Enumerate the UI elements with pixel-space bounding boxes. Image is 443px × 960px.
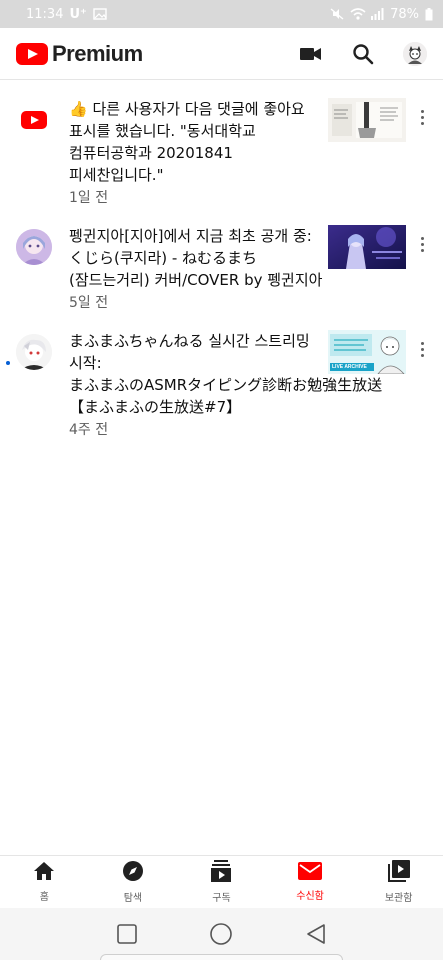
- search-icon[interactable]: [351, 42, 375, 66]
- more-options-icon[interactable]: [412, 98, 432, 207]
- gesture-bar: [100, 954, 343, 960]
- notification-item[interactable]: 👍 다른 사용자가 다음 댓글에 좋아요 표시를 했습니다. "동서대학교 컴퓨…: [0, 92, 443, 219]
- inbox-icon: [298, 861, 323, 884]
- notification-text: まふまふちゃんねる 실시간 스트리밍 시작: まふまふのASMRタイピング診断お…: [69, 332, 383, 416]
- battery-icon: [425, 8, 433, 21]
- mute-icon: [330, 8, 344, 20]
- notification-item[interactable]: 펭귄지아[지아]에서 지금 최초 공개 중: くじら(쿠지라) - ねむるまち(…: [0, 219, 443, 324]
- notification-body: まふまふちゃんねる 실시간 스트리밍 시작: まふまふのASMRタイピング診断お…: [69, 330, 383, 439]
- status-carrier: U⁺: [69, 6, 87, 22]
- wifi-icon: [350, 8, 366, 20]
- youtube-logo-icon: [16, 42, 48, 65]
- notification-body: 펭귄지아[지아]에서 지금 최초 공개 중: くじら(쿠지라) - ねむるまち(…: [69, 225, 325, 312]
- back-icon[interactable]: [304, 922, 328, 946]
- bottom-nav: 홈 탐색 구독 수신함 보관함: [0, 855, 443, 907]
- notification-text: 펭귄지아[지아]에서 지금 최초 공개 중: くじら(쿠지라) - ねむるまち(…: [69, 227, 323, 289]
- signal-icon: [370, 8, 384, 20]
- channel-avatar: [16, 229, 52, 265]
- battery-percent: 78%: [390, 6, 419, 22]
- unread-indicator: [6, 361, 10, 365]
- youtube-premium-logo[interactable]: Premium: [16, 41, 143, 67]
- explore-icon: [122, 860, 144, 886]
- nav-home[interactable]: 홈: [0, 856, 89, 907]
- home-icon: [33, 861, 55, 885]
- video-thumbnail[interactable]: LIVE ARCHIVE: [328, 330, 406, 374]
- channel-avatar: [16, 334, 52, 370]
- nav-inbox[interactable]: 수신함: [266, 856, 355, 907]
- app-bar: Premium: [0, 28, 443, 80]
- more-options-icon[interactable]: [412, 330, 432, 439]
- recent-apps-icon[interactable]: [115, 922, 139, 946]
- nav-library[interactable]: 보관함: [354, 856, 443, 907]
- nav-label: 구독: [212, 892, 231, 904]
- nav-label: 홈: [39, 891, 49, 903]
- live-archive-badge: LIVE ARCHIVE: [332, 364, 367, 370]
- notification-body: 👍 다른 사용자가 다음 댓글에 좋아요 표시를 했습니다. "동서대학교 컴퓨…: [69, 98, 325, 207]
- notification-time: 5일 전: [69, 295, 109, 311]
- system-nav-bar: [0, 908, 443, 960]
- status-right: 78%: [330, 7, 433, 22]
- nav-label: 보관함: [384, 892, 413, 904]
- status-time: 11:34: [26, 6, 64, 22]
- notification-item[interactable]: まふまふちゃんねる 실시간 스트리밍 시작: まふまふのASMRタイピング診断お…: [0, 324, 443, 451]
- notification-time: 4주 전: [69, 422, 109, 438]
- camera-icon[interactable]: [299, 42, 323, 66]
- notification-time: 1일 전: [69, 190, 109, 206]
- video-thumbnail[interactable]: [328, 225, 406, 269]
- status-left: 11:34 U⁺: [26, 7, 107, 22]
- library-icon: [387, 859, 410, 886]
- account-avatar[interactable]: [403, 41, 427, 66]
- home-button-icon[interactable]: [209, 922, 233, 946]
- nav-label: 탐색: [123, 892, 143, 904]
- status-bar: 11:34 U⁺ 78%: [0, 0, 443, 28]
- more-options-icon[interactable]: [412, 225, 432, 312]
- app-bar-actions: [299, 41, 427, 66]
- notification-list: 👍 다른 사용자가 다음 댓글에 좋아요 표시를 했습니다. "동서대학교 컴퓨…: [0, 92, 443, 451]
- nav-subscriptions[interactable]: 구독: [177, 856, 266, 907]
- notification-text: 👍 다른 사용자가 다음 댓글에 좋아요 표시를 했습니다. "동서대학교 컴퓨…: [69, 100, 305, 184]
- nav-label: 수신함: [296, 890, 324, 902]
- subscriptions-icon: [211, 859, 232, 886]
- logo-text: Premium: [52, 40, 143, 66]
- nav-explore[interactable]: 탐색: [89, 856, 178, 907]
- youtube-logo-avatar: [16, 102, 52, 138]
- gallery-notification-icon: [93, 8, 107, 20]
- video-thumbnail[interactable]: [328, 98, 406, 142]
